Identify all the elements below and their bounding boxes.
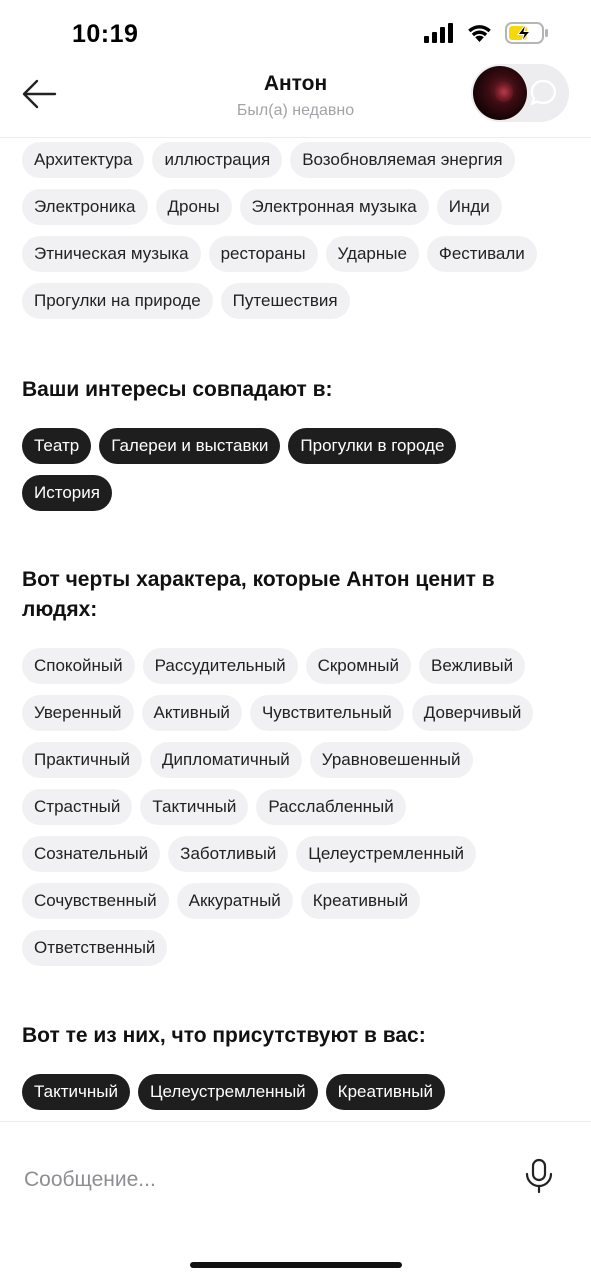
interests-tags: Архитектура иллюстрация Возобновляемая э… [22, 142, 570, 178]
matching-trait-tag: Целеустремленный [137, 1074, 318, 1110]
shared-interest-tag: Галереи и выставки [99, 428, 281, 464]
shared-interest-tag: Театр [22, 428, 92, 464]
trait-tag: Дипломатичный [150, 742, 302, 778]
interest-tag: Ударные [325, 236, 419, 272]
trait-tag: Уравновешенный [309, 742, 473, 778]
valued-traits-title: Вот черты характера, которые Антон ценит… [22, 568, 495, 621]
trait-tag: Целеустремленный [296, 836, 477, 872]
status-bar: 10:19 [0, 0, 591, 64]
interest-tag: Электроника [22, 189, 148, 225]
matching-traits-tags: Тактичный Целеустремленный Креативный [22, 1074, 570, 1110]
valued-traits-tags: Практичный Дипломатичный Уравновешенный [22, 742, 570, 778]
trait-tag: Аккуратный [176, 883, 293, 919]
valued-traits-tags: Спокойный Рассудительный Скромный Вежлив… [22, 648, 570, 684]
signal-icon [424, 23, 453, 43]
wifi-icon [468, 25, 491, 42]
trait-tag: Практичный [22, 742, 142, 778]
trait-tag: Спокойный [22, 648, 135, 684]
trait-tag: Тактичный [140, 789, 249, 825]
interest-tag: Архитектура [22, 142, 145, 178]
trait-tag: Креативный [300, 883, 421, 919]
valued-traits-tags: Страстный Тактичный Расслабленный [22, 789, 570, 825]
interest-tag: Возобновляемая энергия [290, 142, 515, 178]
trait-tag: Рассудительный [142, 648, 298, 684]
trait-tag: Вежливый [419, 648, 526, 684]
trait-tag: Сознательный [22, 836, 161, 872]
interest-tag: Инди [436, 189, 502, 225]
shared-interests-tags: История [22, 475, 570, 511]
interest-tag: рестораны [208, 236, 318, 272]
chat-bubble-icon[interactable] [529, 78, 559, 108]
shared-interest-tag: История [22, 475, 112, 511]
shared-interests-tags: Театр Галереи и выставки Прогулки в горо… [22, 428, 570, 464]
interests-tags: Электроника Дроны Электронная музыка Инд… [22, 189, 570, 225]
valued-traits-tags: Сознательный Заботливый Целеустремленный [22, 836, 570, 872]
interest-tag: Путешествия [220, 283, 350, 319]
microphone-icon [525, 1158, 553, 1194]
interests-tags: Прогулки на природе Путешествия [22, 283, 570, 319]
trait-tag: Доверчивый [411, 695, 534, 731]
trait-tag: Активный [141, 695, 242, 731]
message-composer [0, 1121, 591, 1280]
trait-tag: Уверенный [22, 695, 134, 731]
interest-tag: Дроны [155, 189, 232, 225]
status-time: 10:19 [72, 20, 139, 48]
status-icons [424, 22, 549, 44]
trait-tag: Расслабленный [256, 789, 406, 825]
voice-message-button[interactable] [523, 1158, 555, 1194]
interest-tag: Этническая музыка [22, 236, 201, 272]
shared-interest-tag: Прогулки в городе [288, 428, 457, 464]
trait-tag: Страстный [22, 789, 133, 825]
interests-tags: Этническая музыка рестораны Ударные Фест… [22, 236, 570, 272]
valued-traits-tags: Ответственный [22, 930, 570, 966]
interest-tag: Фестивали [426, 236, 537, 272]
message-input[interactable] [24, 1162, 504, 1198]
profile-pill[interactable] [471, 64, 569, 122]
valued-traits-tags: Сочувственный Аккуратный Креативный [22, 883, 570, 919]
trait-tag: Ответственный [22, 930, 168, 966]
trait-tag: Сочувственный [22, 883, 169, 919]
interest-tag: иллюстрация [152, 142, 283, 178]
shared-interests-title: Ваши интересы совпадают в: [22, 378, 333, 401]
battery-charging-icon [505, 22, 548, 44]
matching-trait-tag: Тактичный [22, 1074, 130, 1110]
profile-details: Архитектура иллюстрация Возобновляемая э… [0, 139, 591, 1121]
avatar[interactable] [473, 66, 527, 120]
valued-traits-tags: Уверенный Активный Чувствительный Доверч… [22, 695, 570, 731]
home-indicator [190, 1262, 402, 1268]
trait-tag: Чувствительный [249, 695, 404, 731]
matching-traits-title: Вот те из них, что присутствуют в вас: [22, 1024, 426, 1047]
interest-tag: Электронная музыка [239, 189, 429, 225]
interest-tag: Прогулки на природе [22, 283, 213, 319]
trait-tag: Заботливый [168, 836, 289, 872]
trait-tag: Скромный [305, 648, 411, 684]
chat-header: Антон Был(а) недавно [0, 64, 591, 138]
matching-trait-tag: Креативный [325, 1074, 445, 1110]
